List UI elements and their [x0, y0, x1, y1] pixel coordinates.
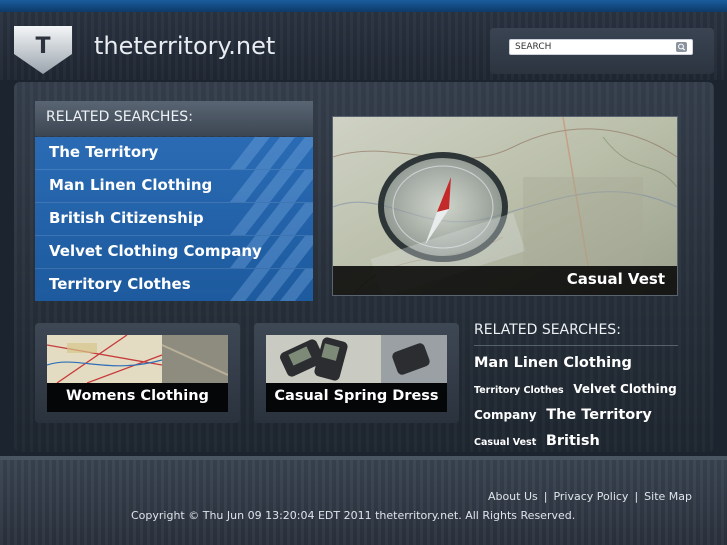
- related-searches-2-title: RELATED SEARCHES:: [474, 322, 621, 338]
- copyright-text: Copyright © Thu Jun 09 13:20:04 EDT 2011…: [131, 509, 576, 522]
- header: T theterritory.net: [0, 12, 727, 80]
- thumb-image: [266, 335, 447, 383]
- gps-thumbnail-image: [266, 335, 447, 383]
- related-search-item[interactable]: Man Linen Clothing: [35, 170, 313, 203]
- related-search-item[interactable]: British Citizenship: [35, 203, 313, 236]
- hero-caption: Casual Vest: [566, 270, 665, 288]
- footer-divider: [0, 456, 727, 460]
- chevron-pattern-icon: [230, 203, 313, 235]
- hero-caption-bar: Casual Vest: [333, 266, 677, 295]
- site-title[interactable]: theterritory.net: [94, 32, 275, 60]
- chevron-pattern-icon: [230, 269, 313, 301]
- related-search-label: British Citizenship: [49, 209, 204, 227]
- search-icon: [678, 43, 686, 51]
- related-search-label: Velvet Clothing Company: [49, 242, 262, 260]
- related-search-item[interactable]: Territory Clothes: [35, 269, 313, 301]
- chevron-pattern-icon: [230, 170, 313, 202]
- related-searches-title: RELATED SEARCHES:: [46, 109, 193, 125]
- thumb-caption-bar: Casual Spring Dress: [266, 383, 447, 412]
- thumb-caption-bar: Womens Clothing: [47, 383, 228, 412]
- related-search-item[interactable]: Velvet Clothing Company: [35, 236, 313, 269]
- thumb-caption: Womens Clothing: [66, 388, 209, 404]
- thumb-caption: Casual Spring Dress: [274, 388, 439, 404]
- privacy-policy-link[interactable]: Privacy Policy: [553, 490, 628, 503]
- related-search-label: Territory Clothes: [49, 275, 191, 293]
- tag-link[interactable]: Territory Clothes: [474, 385, 564, 396]
- related-search-label: The Territory: [49, 143, 159, 161]
- related-searches-box: RELATED SEARCHES: The Territory Man Line…: [35, 101, 313, 301]
- thumb-image: [47, 335, 228, 383]
- related-search-item[interactable]: The Territory: [35, 137, 313, 170]
- tag-link[interactable]: Man Linen Clothing: [474, 355, 632, 371]
- thumb-card[interactable]: Casual Spring Dress: [254, 323, 459, 423]
- related-searches-list: The Territory Man Linen Clothing British…: [35, 137, 313, 301]
- related-searches-header: RELATED SEARCHES:: [35, 101, 313, 136]
- logo[interactable]: T: [14, 26, 72, 74]
- link-separator: |: [543, 490, 548, 503]
- about-us-link[interactable]: About Us: [488, 490, 538, 503]
- hero-banner[interactable]: Casual Vest: [332, 116, 678, 296]
- map-thumbnail-image: [47, 335, 228, 383]
- site-map-link[interactable]: Site Map: [644, 490, 692, 503]
- thumb-card[interactable]: Womens Clothing: [35, 323, 240, 423]
- search-box: [490, 28, 714, 74]
- related-search-label: Man Linen Clothing: [49, 176, 213, 194]
- footer-links: About Us | Privacy Policy | Site Map: [488, 490, 692, 503]
- chevron-pattern-icon: [230, 137, 313, 169]
- tag-link[interactable]: Casual Vest: [474, 437, 536, 448]
- top-accent-bar: [0, 0, 727, 12]
- search-input[interactable]: [509, 39, 693, 55]
- divider: [474, 345, 678, 346]
- logo-letter: T: [35, 34, 50, 59]
- logo-shield-icon: T: [14, 26, 72, 74]
- link-separator: |: [634, 490, 639, 503]
- search-button[interactable]: [676, 42, 687, 52]
- tag-link[interactable]: The Territory: [546, 407, 652, 423]
